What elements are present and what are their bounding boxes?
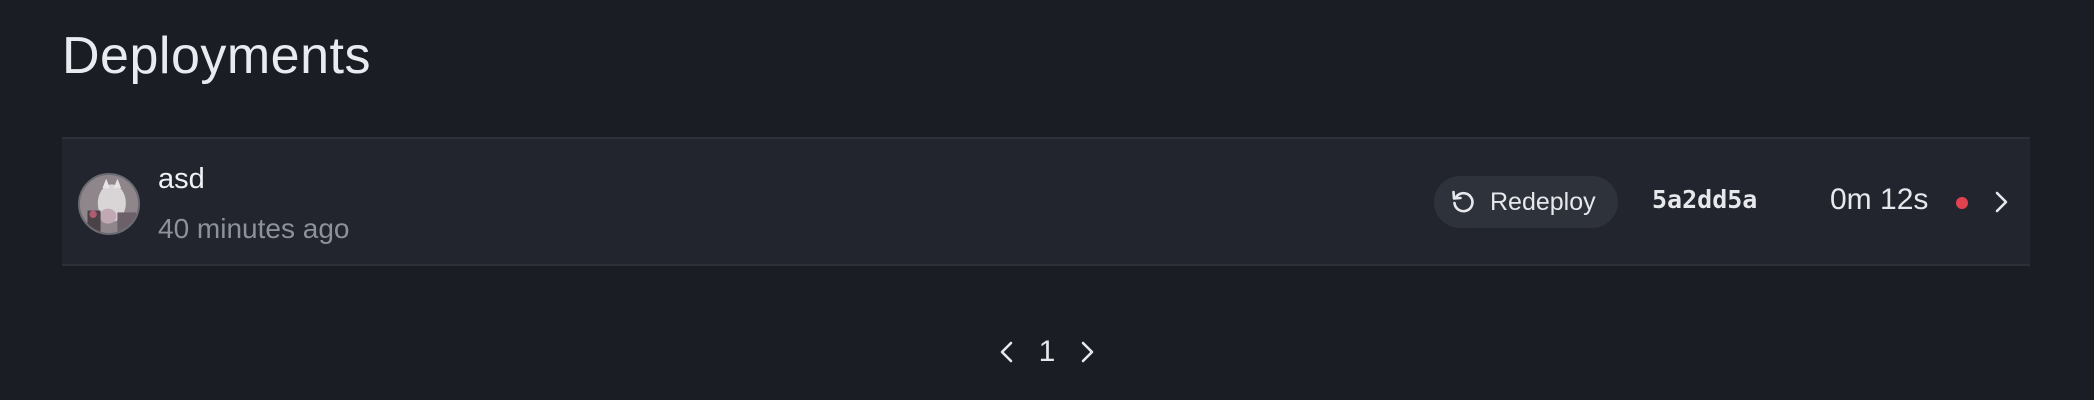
avatar-image <box>80 175 138 233</box>
status-indicator <box>1956 197 1968 209</box>
pagination: 1 <box>990 330 1104 374</box>
commit-hash[interactable]: 5a2dd5a <box>1652 185 1757 214</box>
avatar <box>78 173 140 235</box>
redeploy-label: Redeploy <box>1490 187 1596 216</box>
page-title: Deployments <box>62 27 371 85</box>
deployments-page: Deployments asd 40 minutes ago Redeploy … <box>0 0 2094 400</box>
deployment-row[interactable]: asd 40 minutes ago Redeploy 5a2dd5a 0m 1… <box>62 137 2030 266</box>
chevron-left-icon[interactable] <box>990 335 1024 369</box>
page-number[interactable]: 1 <box>1024 335 1070 369</box>
redeploy-button[interactable]: Redeploy <box>1434 176 1618 228</box>
redeploy-icon <box>1448 187 1478 217</box>
deployment-duration: 0m 12s <box>1830 183 1929 216</box>
chevron-right-icon[interactable] <box>1986 187 2016 217</box>
chevron-right-icon[interactable] <box>1070 335 1104 369</box>
deployment-time: 40 minutes ago <box>158 213 350 244</box>
deployment-name: asd <box>158 163 205 195</box>
